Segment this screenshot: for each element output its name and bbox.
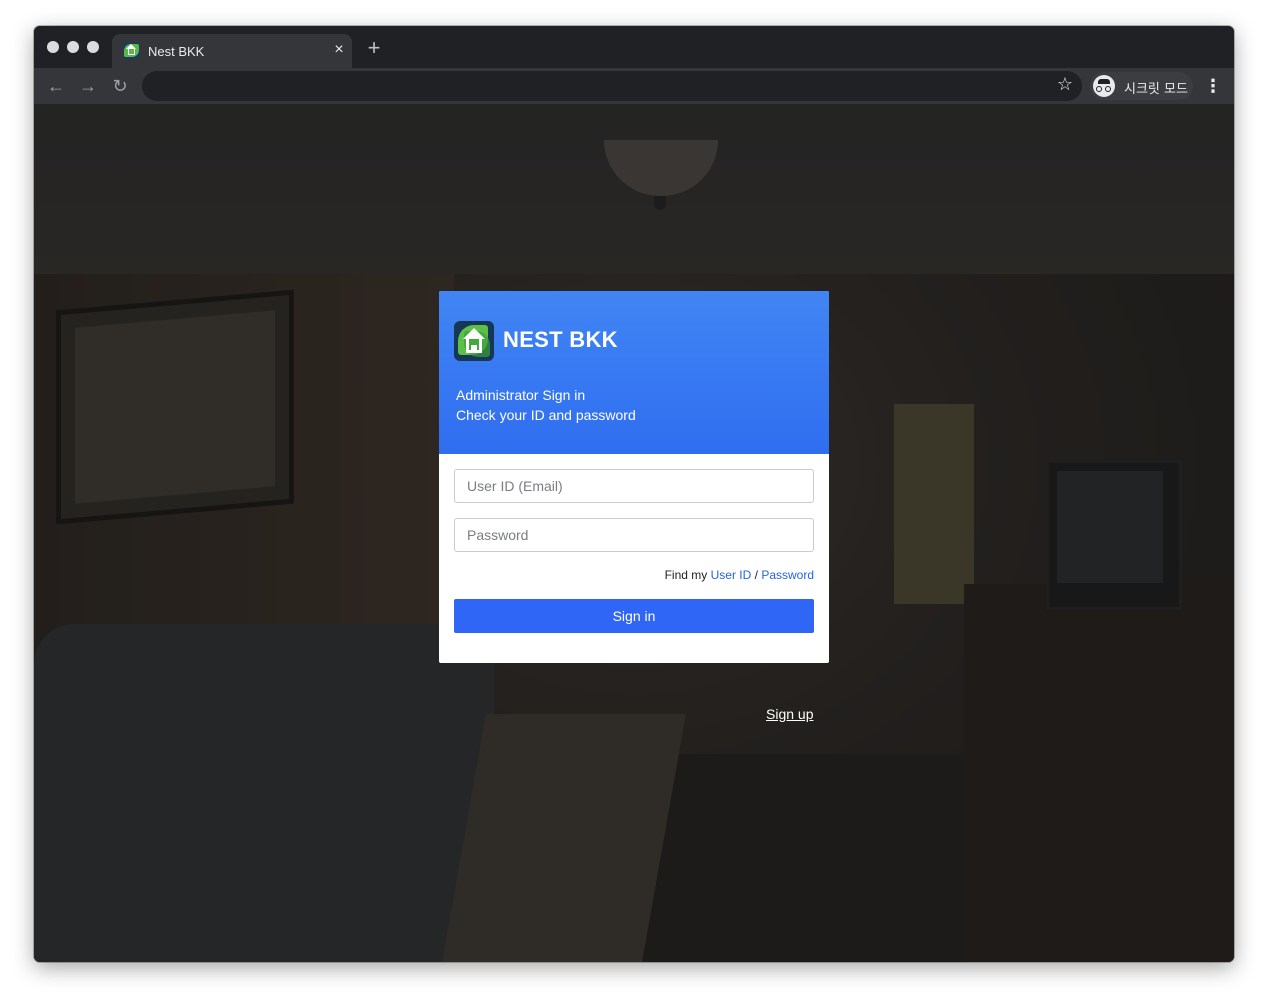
- page-viewport: NEST BKK Administrator Sign in Check you…: [34, 104, 1234, 962]
- browser-menu-icon[interactable]: ⋮: [1204, 74, 1222, 98]
- find-separator: /: [754, 568, 758, 582]
- reload-icon[interactable]: ↻: [108, 74, 132, 98]
- browser-toolbar: ← → ↻ ☆ 시크릿 모드 ⋮: [34, 68, 1234, 104]
- sign-in-button[interactable]: Sign in: [454, 599, 814, 633]
- sign-up-link[interactable]: Sign up: [766, 706, 813, 722]
- forward-icon[interactable]: →: [76, 74, 100, 98]
- incognito-badge[interactable]: 시크릿 모드: [1090, 72, 1193, 100]
- minimize-window-button[interactable]: [67, 41, 79, 53]
- close-window-button[interactable]: [47, 41, 59, 53]
- maximize-window-button[interactable]: [87, 41, 99, 53]
- password-input[interactable]: [454, 518, 814, 552]
- tab-close-icon[interactable]: ×: [330, 41, 348, 59]
- find-prefix: Find my: [664, 568, 708, 582]
- login-subtitle: Administrator Sign in: [456, 387, 586, 403]
- browser-window: Nest BKK × + ← → ↻ ☆ 시크릿 모드 ⋮ NEST BKK A…: [34, 26, 1234, 962]
- user-id-input[interactable]: [454, 469, 814, 503]
- tab-title: Nest BKK: [148, 44, 205, 59]
- find-password-link[interactable]: Password: [761, 568, 814, 582]
- nest-bkk-logo-icon: [454, 321, 494, 361]
- incognito-label: 시크릿 모드: [1124, 82, 1188, 97]
- login-header: NEST BKK Administrator Sign in Check you…: [439, 291, 829, 454]
- login-instructions: Check your ID and password: [456, 407, 636, 423]
- new-tab-icon[interactable]: +: [364, 37, 384, 59]
- favicon-icon: [123, 42, 140, 59]
- address-bar[interactable]: [142, 71, 1082, 101]
- tab-strip: Nest BKK × +: [34, 26, 1234, 68]
- find-account-links: Find my User ID / Password: [665, 568, 814, 582]
- brand-name: NEST BKK: [503, 327, 618, 352]
- bookmark-star-icon[interactable]: ☆: [1054, 73, 1076, 95]
- browser-tab[interactable]: Nest BKK ×: [112, 34, 352, 68]
- login-card: NEST BKK Administrator Sign in Check you…: [439, 291, 829, 663]
- incognito-icon: [1093, 75, 1115, 97]
- find-user-id-link[interactable]: User ID: [711, 568, 752, 582]
- back-icon[interactable]: ←: [44, 74, 68, 98]
